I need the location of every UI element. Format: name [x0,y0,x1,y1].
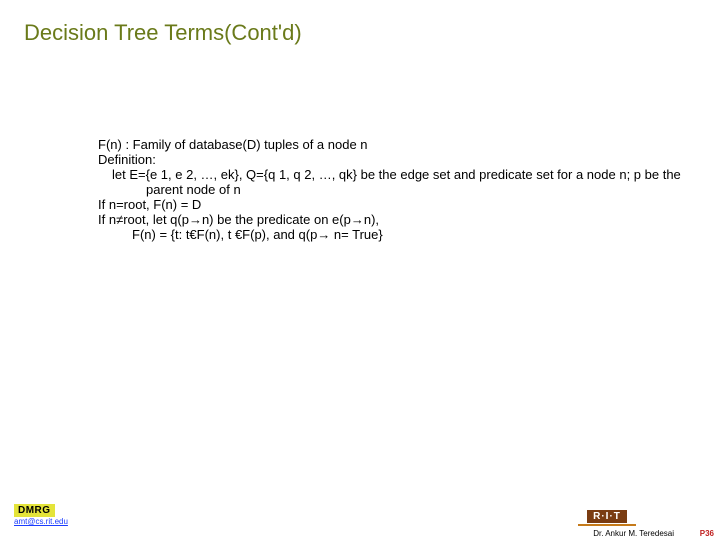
body-line-5: If n≠root, let q(p→n) be the predicate o… [98,213,688,228]
page-number: P36 [700,529,714,538]
body-line-6: F(n) = {t: t€F(n), t €F(p), and q(p→ n= … [98,228,688,243]
slide-title: Decision Tree Terms(Cont'd) [24,20,302,46]
dmrg-email-link[interactable]: amt@cs.rit.edu [14,517,68,526]
author-name: Dr. Ankur M. Teredesai [593,529,674,538]
body-line-1: F(n) : Family of database(D) tuples of a… [98,138,688,153]
body-line-2: Definition: [98,153,688,168]
rit-logo: R·I·T [587,510,627,523]
rit-underline [578,524,636,526]
slide: Decision Tree Terms(Cont'd) F(n) : Famil… [0,0,720,540]
rit-block: R·I·T [578,510,636,526]
body-line-3: let E={e 1, e 2, …, ek}, Q={q 1, q 2, …,… [98,168,688,198]
dmrg-logo: DMRG [14,504,55,517]
slide-body: F(n) : Family of database(D) tuples of a… [98,138,688,243]
footer: DMRG amt@cs.rit.edu R·I·T Dr. Ankur M. T… [0,506,720,540]
dmrg-block: DMRG amt@cs.rit.edu [14,504,68,526]
body-line-4: If n=root, F(n) = D [98,198,688,213]
